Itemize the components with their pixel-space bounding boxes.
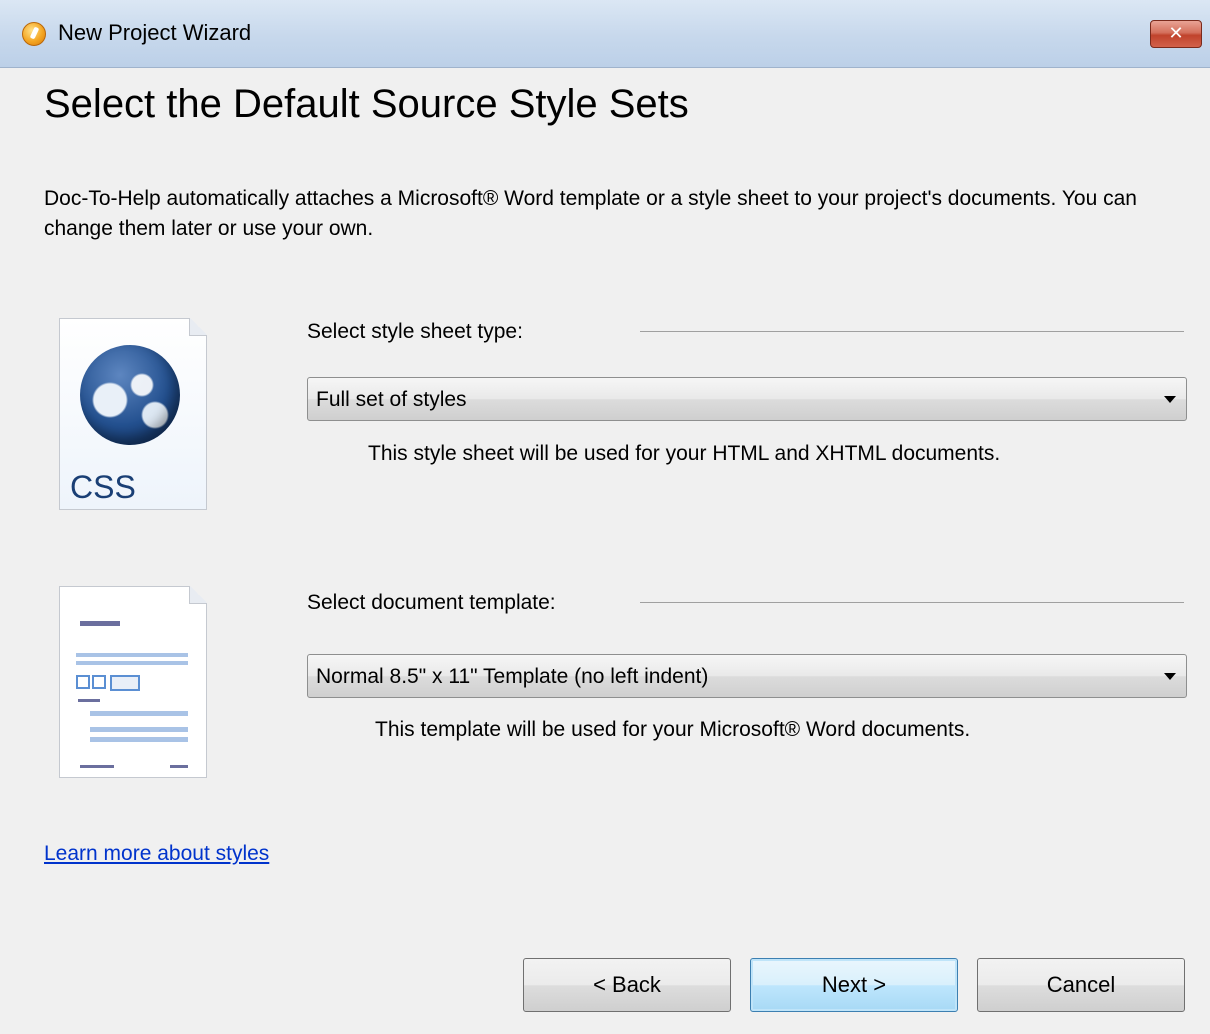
document-template-select[interactable]: Normal 8.5" x 11" Template (no left inde… (307, 654, 1187, 698)
learn-more-link[interactable]: Learn more about styles (44, 842, 269, 866)
next-button[interactable]: Next > (750, 958, 958, 1012)
page-fold-icon (189, 586, 207, 604)
document-template-icon (59, 586, 207, 778)
template-hint: This template will be used for your Micr… (375, 718, 971, 741)
page-description: Doc-To-Help automatically attaches a Mic… (44, 187, 1137, 240)
cancel-button[interactable]: Cancel (977, 958, 1185, 1012)
css-icon-label: CSS (70, 469, 136, 505)
globe-icon (80, 345, 180, 445)
stylesheet-type-value: Full set of styles (316, 388, 467, 411)
title-bar: New Project Wizard ✕ (0, 0, 1210, 68)
page-title: Select the Default Source Style Sets (44, 82, 689, 126)
stylesheet-hint: This style sheet will be used for your H… (368, 442, 1001, 465)
css-globe-icon: CSS (59, 318, 207, 510)
group-divider (640, 602, 1184, 603)
app-icon (22, 22, 46, 46)
page-fold-icon (189, 318, 207, 336)
stylesheet-type-select[interactable]: Full set of styles (307, 377, 1187, 421)
document-template-value: Normal 8.5" x 11" Template (no left inde… (316, 665, 709, 688)
group-divider (640, 331, 1184, 332)
stylesheet-type-label: Select style sheet type: (307, 320, 523, 343)
document-template-label: Select document template: (307, 591, 556, 614)
chevron-down-icon[interactable] (1164, 396, 1176, 403)
window-title: New Project Wizard (58, 20, 252, 45)
back-button[interactable]: < Back (523, 958, 731, 1012)
close-button[interactable]: ✕ (1150, 20, 1202, 48)
chevron-down-icon[interactable] (1164, 673, 1176, 680)
